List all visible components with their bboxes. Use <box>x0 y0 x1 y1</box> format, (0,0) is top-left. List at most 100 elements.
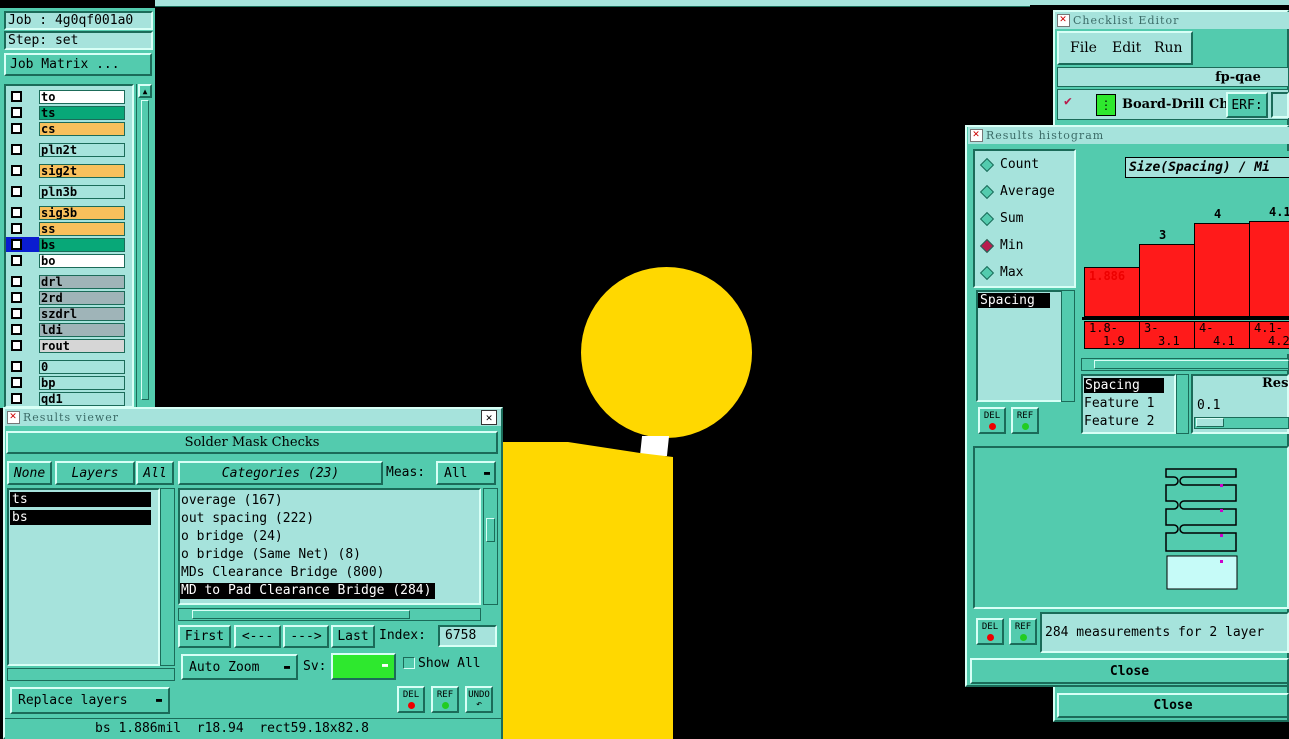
next-button[interactable]: ---> <box>283 625 329 648</box>
layer-scroll-thumb[interactable] <box>141 100 149 400</box>
checklist-editor-titlebar[interactable]: ✕ Checklist Editor <box>1055 12 1289 29</box>
job-matrix-button[interactable]: Job Matrix ... <box>4 53 152 76</box>
categories-vscroll-thumb[interactable] <box>486 518 495 542</box>
copper-shape[interactable] <box>500 440 675 739</box>
layer-checkbox[interactable] <box>10 255 22 266</box>
layers-vscroll[interactable] <box>160 488 175 666</box>
layer-name[interactable]: cs <box>39 121 125 136</box>
layer-checkbox[interactable] <box>10 292 22 303</box>
layer-name[interactable]: bo <box>39 253 125 268</box>
layer-checkbox[interactable] <box>10 123 22 134</box>
erf-field[interactable] <box>1271 92 1289 118</box>
pad-circle[interactable] <box>581 267 752 438</box>
layer-row-1[interactable]: ts <box>4 105 126 120</box>
selected-layer-ts[interactable]: ts <box>10 492 151 507</box>
histogram-close-button[interactable]: Close <box>970 658 1289 684</box>
layer-row-2[interactable]: cs <box>4 121 126 136</box>
layer-checkbox[interactable] <box>10 107 22 118</box>
layer-checkbox[interactable] <box>10 91 22 102</box>
preview-ref-button[interactable]: REF <box>1009 618 1037 645</box>
layer-row-0[interactable]: to <box>4 89 126 104</box>
histogram-hscroll-thumb[interactable] <box>1094 360 1289 369</box>
del-button[interactable]: DEL <box>397 686 425 713</box>
layer-scroll-up[interactable]: ▲ <box>138 84 152 98</box>
layer-row-11[interactable]: 2rd <box>4 290 126 305</box>
layer-checkbox[interactable] <box>11 239 22 250</box>
all-button[interactable]: All <box>136 461 174 485</box>
layer-checkbox[interactable] <box>10 223 22 234</box>
layer-name[interactable]: bp <box>39 375 125 390</box>
layer-checkbox[interactable] <box>10 340 22 351</box>
layer-name[interactable]: ts <box>39 105 125 120</box>
menu-run[interactable]: Run <box>1154 40 1183 56</box>
category-item[interactable]: o bridge (Same Net) (8) <box>181 547 361 563</box>
layer-name[interactable]: rout <box>39 338 125 353</box>
category-item[interactable]: overage (167) <box>181 493 283 509</box>
layer-row-12[interactable]: szdrl <box>4 306 126 321</box>
layer-row-5[interactable]: pln3b <box>4 184 126 199</box>
layer-row-9[interactable]: bo <box>4 253 126 268</box>
last-button[interactable]: Last <box>331 625 375 648</box>
auto-zoom-dropdown[interactable]: Auto Zoom ▬ <box>181 654 298 680</box>
layer-checkbox[interactable] <box>10 308 22 319</box>
erf-button[interactable]: ERF: <box>1226 92 1268 118</box>
prev-button[interactable]: <--- <box>234 625 281 648</box>
sv-color-dropdown[interactable]: ▬ <box>331 653 396 680</box>
layer-name[interactable]: bs <box>39 237 125 252</box>
layer-name[interactable]: 0 <box>39 359 125 374</box>
index-input[interactable]: 6758 <box>438 625 497 647</box>
first-button[interactable]: First <box>178 625 231 648</box>
layer-row-7[interactable]: ss <box>4 221 126 236</box>
radio-count[interactable]: Count <box>979 157 1039 172</box>
results-viewer-titlebar[interactable]: ✕ Results viewer <box>5 409 501 426</box>
layer-name[interactable]: pln2t <box>39 142 125 157</box>
layer-row-10[interactable]: drl <box>4 274 126 289</box>
layer-checkbox[interactable] <box>10 324 22 335</box>
layer-row-16[interactable]: bp <box>4 375 126 390</box>
measure-item[interactable]: Spacing <box>978 293 1050 308</box>
histogram-titlebar[interactable]: ✕ Results histogram <box>968 127 1289 144</box>
categories-button[interactable]: Categories (23) <box>178 461 383 485</box>
category-item[interactable]: MD to Pad Clearance Bridge (284) <box>180 583 436 599</box>
histogram-bar[interactable] <box>1249 221 1289 317</box>
layer-row-8[interactable]: bs <box>4 237 126 252</box>
menu-edit[interactable]: Edit <box>1112 40 1141 56</box>
layer-checkbox[interactable] <box>10 276 22 287</box>
layer-checkbox[interactable] <box>10 361 22 372</box>
layer-name[interactable]: szdrl <box>39 306 125 321</box>
field-feature-2[interactable]: Feature 2 <box>1084 414 1154 429</box>
layer-name[interactable]: ldi <box>39 322 125 337</box>
layers-button[interactable]: Layers <box>55 461 135 485</box>
layer-row-13[interactable]: ldi <box>4 322 126 337</box>
preview-del-button[interactable]: DEL <box>976 618 1004 645</box>
layer-checkbox[interactable] <box>10 165 22 176</box>
ref-button[interactable]: REF <box>431 686 459 713</box>
field-feature-1[interactable]: Feature 1 <box>1084 396 1154 411</box>
results-viewer-close-button[interactable]: ✕ <box>481 410 497 425</box>
layer-name[interactable]: sig2t <box>39 163 125 178</box>
layer-name[interactable]: drl <box>39 274 125 289</box>
layer-row-17[interactable]: qd1 <box>4 391 126 406</box>
meas-dropdown[interactable]: All ▬ <box>436 461 496 485</box>
layer-name[interactable]: pln3b <box>39 184 125 199</box>
undo-button[interactable]: UNDO ↶ <box>465 686 493 713</box>
layer-row-14[interactable]: rout <box>4 338 126 353</box>
none-button[interactable]: None <box>7 461 52 485</box>
layer-name[interactable]: ss <box>39 221 125 236</box>
fields-scrollbar[interactable] <box>1176 374 1189 434</box>
layer-checkbox[interactable] <box>10 377 22 388</box>
layers-hscroll[interactable] <box>7 668 175 681</box>
category-item[interactable]: o bridge (24) <box>181 529 283 545</box>
category-item[interactable]: out spacing (222) <box>181 511 314 527</box>
layer-name[interactable]: qd1 <box>39 391 125 406</box>
checklist-close-button[interactable]: Close <box>1057 693 1289 718</box>
measure-list-scrollbar[interactable] <box>1061 290 1075 402</box>
layer-checkbox[interactable] <box>10 186 22 197</box>
radio-min[interactable]: Min <box>979 238 1023 253</box>
layer-row-4[interactable]: sig2t <box>4 163 126 178</box>
radio-max[interactable]: Max <box>979 265 1023 280</box>
histogram-bar[interactable] <box>1139 244 1195 317</box>
layer-row-6[interactable]: sig3b <box>4 205 126 220</box>
histogram-bar[interactable] <box>1194 223 1250 317</box>
categories-vscroll[interactable] <box>483 488 498 605</box>
